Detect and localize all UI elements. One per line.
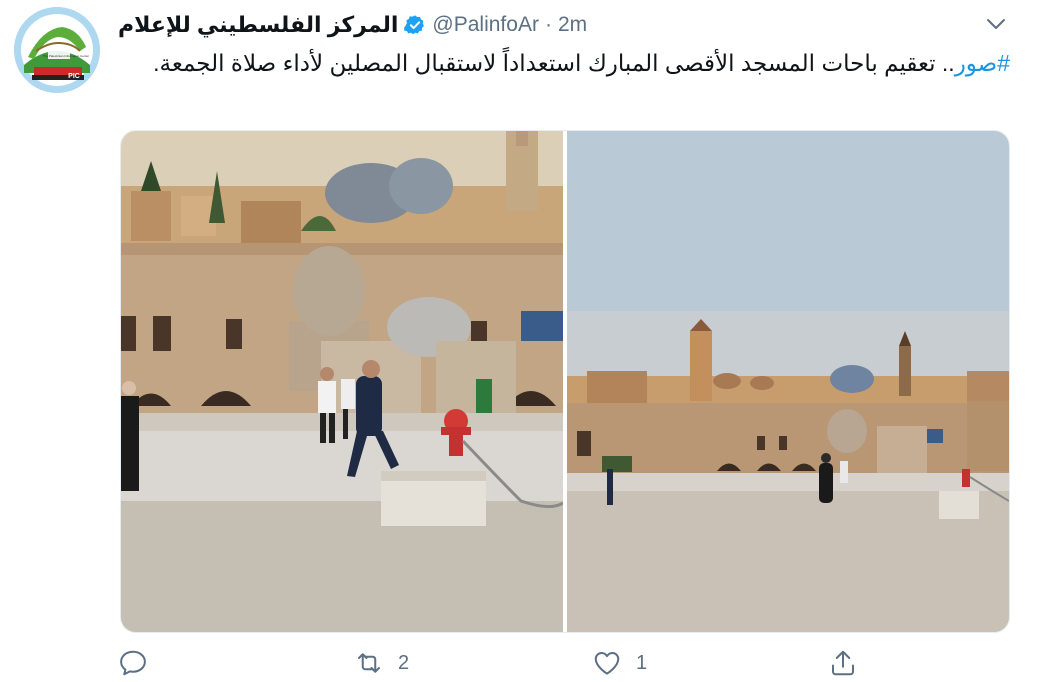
retweet-icon bbox=[358, 653, 380, 673]
share-button[interactable] bbox=[828, 648, 858, 678]
tweet-header: المركز الفلسطيني للإعلام @PalinfoAr · 2m bbox=[118, 7, 587, 43]
heart-icon bbox=[594, 652, 620, 675]
courtyard-photo-image bbox=[121, 131, 563, 632]
chevron-down-icon[interactable] bbox=[984, 12, 1008, 36]
photo-left[interactable] bbox=[121, 131, 563, 632]
tweet-card[interactable]: PIC The Palestinian Information Center ا… bbox=[0, 0, 1056, 678]
hashtag-link[interactable]: #صور bbox=[955, 50, 1010, 76]
media-grid bbox=[120, 130, 1010, 633]
like-button[interactable]: 1 bbox=[592, 648, 647, 678]
reply-icon bbox=[120, 650, 146, 676]
avatar[interactable]: PIC The Palestinian Information Center bbox=[14, 7, 100, 93]
skyline-photo-image bbox=[567, 131, 1009, 632]
retweet-button[interactable]: 2 bbox=[354, 648, 409, 678]
tweet-text: #صور.. تعقيم باحات المسجد الأقصى المبارك… bbox=[118, 46, 1010, 80]
photo-right[interactable] bbox=[567, 131, 1009, 632]
author-display-name[interactable]: المركز الفلسطيني للإعلام bbox=[118, 12, 398, 38]
tweet-actions: 2 1 bbox=[118, 648, 888, 682]
tweet-timestamp[interactable]: 2m bbox=[558, 13, 587, 37]
svg-text:PIC: PIC bbox=[68, 73, 80, 80]
reply-button[interactable] bbox=[118, 648, 162, 678]
pic-logo-icon: PIC The Palestinian Information Center bbox=[14, 7, 100, 93]
separator-dot: · bbox=[544, 13, 552, 36]
share-icon bbox=[832, 650, 854, 676]
retweet-count: 2 bbox=[398, 651, 410, 674]
svg-text:The Palestinian Information Ce: The Palestinian Information Center bbox=[43, 54, 89, 58]
like-count: 1 bbox=[636, 651, 648, 674]
tweet-body: .. تعقيم باحات المسجد الأقصى المبارك است… bbox=[153, 50, 955, 76]
author-handle[interactable]: @PalinfoAr bbox=[432, 13, 539, 37]
verified-badge-icon bbox=[404, 15, 425, 35]
